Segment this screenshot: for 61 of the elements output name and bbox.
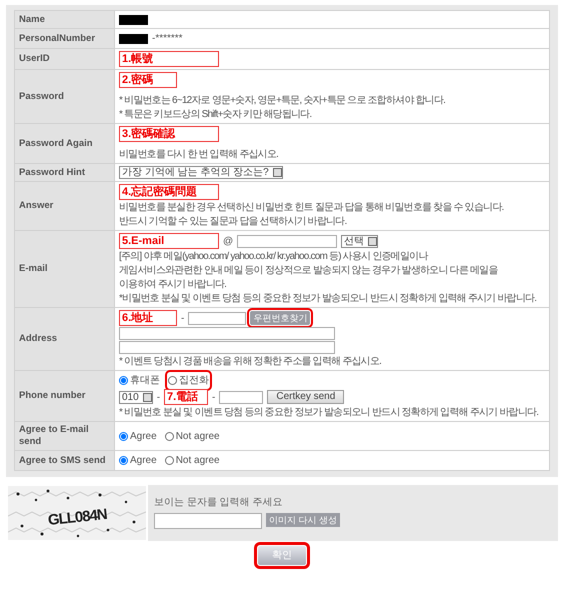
radio-button[interactable] bbox=[119, 432, 128, 440]
captcha-prompt: 보이는 문자를 입력해 주세요 bbox=[154, 496, 284, 510]
help-text: [주의] 야후 메일(yahoo.com/ yahoo.co.kr/ kr.yahoo.com 등) 사용시 인증메일이나 bbox=[119, 250, 428, 262]
input-field[interactable]: 1.帳號 bbox=[119, 51, 219, 67]
captcha-input[interactable] bbox=[154, 513, 262, 529]
input-field[interactable] bbox=[237, 234, 338, 248]
field-label: E-mail bbox=[14, 230, 114, 308]
input-field[interactable]: 3.密碼確認 bbox=[119, 126, 219, 142]
field-label: Password Hint bbox=[14, 164, 114, 182]
captcha-text: GLL084N bbox=[46, 504, 108, 532]
field-label: Agree to SMS send bbox=[14, 450, 114, 470]
radio-button[interactable] bbox=[168, 376, 177, 385]
field-label: Name bbox=[14, 10, 114, 28]
field-label: Phone number bbox=[14, 370, 114, 422]
input-field[interactable]: 2.密碼 bbox=[119, 72, 177, 88]
field-text: - bbox=[212, 390, 216, 404]
radio-option[interactable]: 집전화 bbox=[168, 373, 209, 388]
help-text: 비밀번호를 다시 한 번 입력해 주십시오. bbox=[119, 148, 278, 160]
redacted-block bbox=[119, 14, 148, 24]
field-label: Answer bbox=[14, 182, 114, 230]
radio-button[interactable] bbox=[164, 456, 174, 465]
input-field[interactable]: 7.電話 bbox=[164, 389, 208, 405]
help-text: 이용하여 주시기 바랍니다. bbox=[119, 278, 226, 290]
dropdown[interactable]: 가장 기억에 남는 추억의 장소는? bbox=[119, 166, 283, 179]
help-text: 게임서비스와관련한 안내 메일 등이 정상적으로 발송되지 않는 경우가 발생하오니 다른 메일을 bbox=[119, 264, 498, 276]
radio-button[interactable] bbox=[119, 376, 128, 385]
field-label: UserID bbox=[14, 48, 114, 70]
field-label: Password bbox=[14, 70, 114, 124]
field-text: -******* bbox=[152, 32, 183, 46]
dropdown[interactable]: 010 bbox=[119, 390, 153, 404]
help-text: * 비밀번호 분실 및 이벤트 당첨 등의 중요한 정보가 발송되오니 반드시 정확하게 입력해 주시기 바랍니다. bbox=[119, 406, 538, 418]
input-field[interactable] bbox=[119, 341, 335, 354]
field-label: Agree to E-mail send bbox=[14, 422, 114, 450]
help-text: 반드시 기억할 수 있는 질문과 답을 선택하시기 바랍니다. bbox=[119, 216, 346, 228]
field-text: @ bbox=[223, 234, 234, 248]
help-text: *비밀번호 분실 및 이벤트 당첨 등의 중요한 정보가 발송되오니 반드시 정확하게 입력해 주시기 바랍니다. bbox=[119, 292, 536, 304]
radio-option[interactable]: Not agree bbox=[164, 428, 220, 444]
field-label: PersonalNumber bbox=[14, 28, 114, 48]
help-text: * 이벤트 당첨시 경품 배송을 위해 정확한 주소를 입력해 주십시오. bbox=[119, 356, 382, 368]
field-text: - bbox=[156, 390, 160, 404]
input-field[interactable]: 5.E-mail bbox=[119, 233, 219, 249]
input-field[interactable] bbox=[119, 327, 335, 340]
input-field[interactable]: 4.忘記密碼問題 bbox=[119, 184, 219, 200]
radio-option[interactable]: 휴대폰 bbox=[119, 373, 160, 388]
input-field[interactable]: 6.地址 bbox=[119, 310, 177, 326]
input-field[interactable] bbox=[188, 312, 246, 324]
field-label: Password Again bbox=[14, 124, 114, 164]
help-text: * 특문은 키보드상의 Shift+숫자 키만 해당됩니다. bbox=[119, 108, 312, 120]
help-text: 비밀번호를 분실한 경우 선택하신 비밀번호 힌트 질문과 답을 통해 비밀번호를 찾을 수 있습니다. bbox=[119, 202, 504, 214]
radio-button[interactable] bbox=[164, 432, 174, 440]
redacted-block bbox=[119, 34, 148, 44]
field-text: - bbox=[181, 312, 184, 326]
field-label: Address bbox=[14, 308, 114, 370]
radio-button[interactable] bbox=[119, 456, 128, 465]
radio-option[interactable]: Agree bbox=[119, 453, 157, 468]
radio-option[interactable]: Agree bbox=[119, 428, 157, 444]
input-field[interactable] bbox=[219, 390, 264, 404]
radio-option[interactable]: Not agree bbox=[164, 453, 220, 468]
help-text: * 비밀번호는 6~12자로 영문+숫자, 영문+특문, 숫자+특문 으로 조합하셔야 합니다. bbox=[119, 94, 446, 106]
dropdown[interactable]: 선택 bbox=[341, 234, 378, 248]
action-button[interactable]: Certkey send bbox=[267, 390, 344, 404]
